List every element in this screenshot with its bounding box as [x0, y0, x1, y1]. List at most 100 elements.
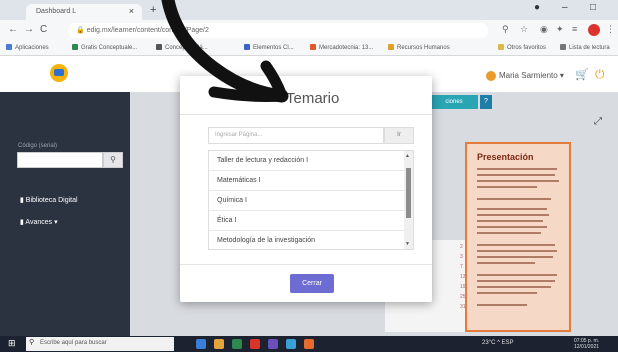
- forward-icon[interactable]: →: [24, 24, 34, 35]
- reading-list-icon: [560, 44, 566, 50]
- folder-icon: [498, 44, 504, 50]
- divider: [180, 114, 432, 115]
- taskbar-app-icon[interactable]: [196, 339, 206, 349]
- bookmark-reading-list[interactable]: Lista de lectura: [560, 44, 610, 51]
- document-page: Presentación: [465, 142, 571, 332]
- taskbar-app-icon[interactable]: [214, 339, 224, 349]
- text-line: [477, 244, 555, 246]
- clock[interactable]: 07:05 p. m. 12/01/2021: [574, 338, 599, 350]
- text-line: [477, 214, 549, 216]
- text-line: [477, 256, 553, 258]
- sidebar-item-label: Avances ▾: [25, 219, 58, 226]
- browser-tab[interactable]: Dashboard L ×: [26, 4, 142, 20]
- bookmark-item[interactable]: Recursos Humanos: [388, 44, 450, 51]
- bookmark-favicon-icon: [388, 44, 394, 50]
- list-item[interactable]: Taller de lectura y redacción I: [209, 151, 405, 171]
- list-item[interactable]: Metodología de la investigación: [209, 231, 405, 249]
- tab-close-icon[interactable]: ×: [129, 6, 134, 16]
- bookmark-item[interactable]: Gratis Conceptuale...: [72, 44, 137, 51]
- url-field[interactable]: 🔒 edig.mx/learner/content/content/Page/2: [68, 23, 488, 38]
- sidebar-item-label: Biblioteca Digital: [25, 197, 78, 204]
- close-icon[interactable]: □: [590, 2, 596, 13]
- bookmark-item[interactable]: Conceptos Bá...: [156, 44, 208, 51]
- text-line: [477, 186, 537, 188]
- syllabus-modal: Temario Ingresar Página... Ir Taller de …: [180, 76, 432, 302]
- code-search-button[interactable]: ⚲: [103, 152, 123, 168]
- scroll-up-icon[interactable]: ▲: [405, 153, 410, 159]
- star-icon[interactable]: ☆: [520, 24, 528, 35]
- maximize-icon[interactable]: –: [562, 2, 568, 13]
- zoom-icon[interactable]: ⚲: [502, 24, 509, 35]
- page-search-input[interactable]: Ingresar Página...: [208, 127, 384, 144]
- bookmark-label: Gratis Conceptuale...: [81, 45, 138, 51]
- user-menu[interactable]: Maria Sarmiento ▾: [499, 71, 564, 80]
- modal-title: Temario: [286, 90, 340, 107]
- bookmark-apps[interactable]: Aplicaciones: [6, 44, 49, 51]
- expand-icon[interactable]: ⤢: [594, 116, 602, 127]
- bookmark-label: Conceptos Bá...: [165, 45, 208, 51]
- taskbar-app-icon[interactable]: [286, 339, 296, 349]
- sidebar-item-avances[interactable]: ▮ Avances ▾: [20, 218, 58, 226]
- scrollbar[interactable]: ▲ ▼: [404, 151, 413, 249]
- sidebar: ▮ Biblioteca Digital ▮ Avances ▾: [0, 92, 130, 336]
- new-tab-button[interactable]: +: [150, 4, 156, 16]
- text-line: [477, 174, 555, 176]
- scroll-down-icon[interactable]: ▼: [405, 241, 410, 247]
- bookmark-favicon-icon: [156, 44, 162, 50]
- apps-grid-icon: [6, 44, 12, 50]
- bookmark-item[interactable]: Elementos Cl...: [244, 44, 294, 51]
- text-line: [477, 250, 557, 252]
- text-line: [477, 180, 559, 182]
- bookmark-favicon-icon: [244, 44, 250, 50]
- sidebar-item-biblioteca[interactable]: ▮ Biblioteca Digital: [20, 196, 78, 204]
- go-button[interactable]: Ir: [384, 127, 414, 144]
- code-input[interactable]: [17, 152, 103, 168]
- system-tray[interactable]: 23°C ^ ESP: [482, 340, 514, 346]
- close-button[interactable]: Cerrar: [290, 274, 334, 293]
- url-text: edig.mx/learner/content/content/Page/2: [86, 27, 209, 34]
- sections-button[interactable]: ciones: [430, 95, 478, 109]
- avatar: [486, 71, 496, 81]
- profile-avatar[interactable]: [588, 24, 600, 36]
- list-item[interactable]: Química I: [209, 191, 405, 211]
- address-bar: ← → C 🔒 edig.mx/learner/content/content/…: [0, 20, 618, 41]
- search-icon: ⚲: [29, 339, 35, 346]
- puzzle-icon[interactable]: ✦: [556, 24, 564, 35]
- text-line: [477, 168, 557, 170]
- tab-title: Dashboard L: [36, 8, 77, 15]
- scroll-thumb[interactable]: [406, 168, 411, 218]
- taskbar-search[interactable]: ⚲ Escribe aquí para buscar: [26, 337, 174, 351]
- browser-tab-bar: Dashboard L × + ● – □: [0, 0, 618, 20]
- bookmark-label: Otros favoritos: [507, 45, 547, 51]
- list-item[interactable]: Matemáticas I: [209, 171, 405, 191]
- bookmark-label: Aplicaciones: [15, 45, 49, 51]
- minimize-icon[interactable]: ●: [534, 2, 540, 13]
- reading-list-icon[interactable]: ≡: [572, 24, 577, 34]
- extension-icon[interactable]: ◉: [540, 24, 548, 35]
- taskbar-app-icon[interactable]: [250, 339, 260, 349]
- syllabus-list: Taller de lectura y redacción I Matemáti…: [208, 150, 414, 250]
- windows-start-icon[interactable]: ⊞: [8, 338, 16, 349]
- back-icon[interactable]: ←: [8, 24, 18, 35]
- reload-icon[interactable]: C: [40, 24, 47, 35]
- app-logo[interactable]: [50, 64, 68, 82]
- taskbar-app-icon[interactable]: [232, 339, 242, 349]
- taskbar-app-icon[interactable]: [268, 339, 278, 349]
- list-item[interactable]: Ética I: [209, 211, 405, 231]
- taskbar: ⊞ ⚲ Escribe aquí para buscar 23°C ^ ESP …: [0, 336, 618, 352]
- page-number: 7: [460, 264, 463, 270]
- power-icon[interactable]: ⏻: [595, 67, 605, 82]
- text-line: [477, 304, 527, 306]
- text-line: [477, 208, 547, 210]
- text-line: [477, 198, 551, 200]
- text-line: [477, 286, 551, 288]
- taskbar-app-icon[interactable]: [304, 339, 314, 349]
- help-button[interactable]: ?: [480, 95, 492, 109]
- bookmarks-bar: Aplicaciones Gratis Conceptuale... Conce…: [0, 41, 618, 56]
- bookmark-folder[interactable]: Otros favoritos: [498, 44, 546, 51]
- cart-icon[interactable]: 🛒: [575, 68, 589, 81]
- bookmark-label: Elementos Cl...: [253, 45, 294, 51]
- text-line: [477, 292, 537, 294]
- menu-icon[interactable]: ⋮: [606, 24, 615, 35]
- bookmark-item[interactable]: Mercadotecnia: 13...: [310, 44, 373, 51]
